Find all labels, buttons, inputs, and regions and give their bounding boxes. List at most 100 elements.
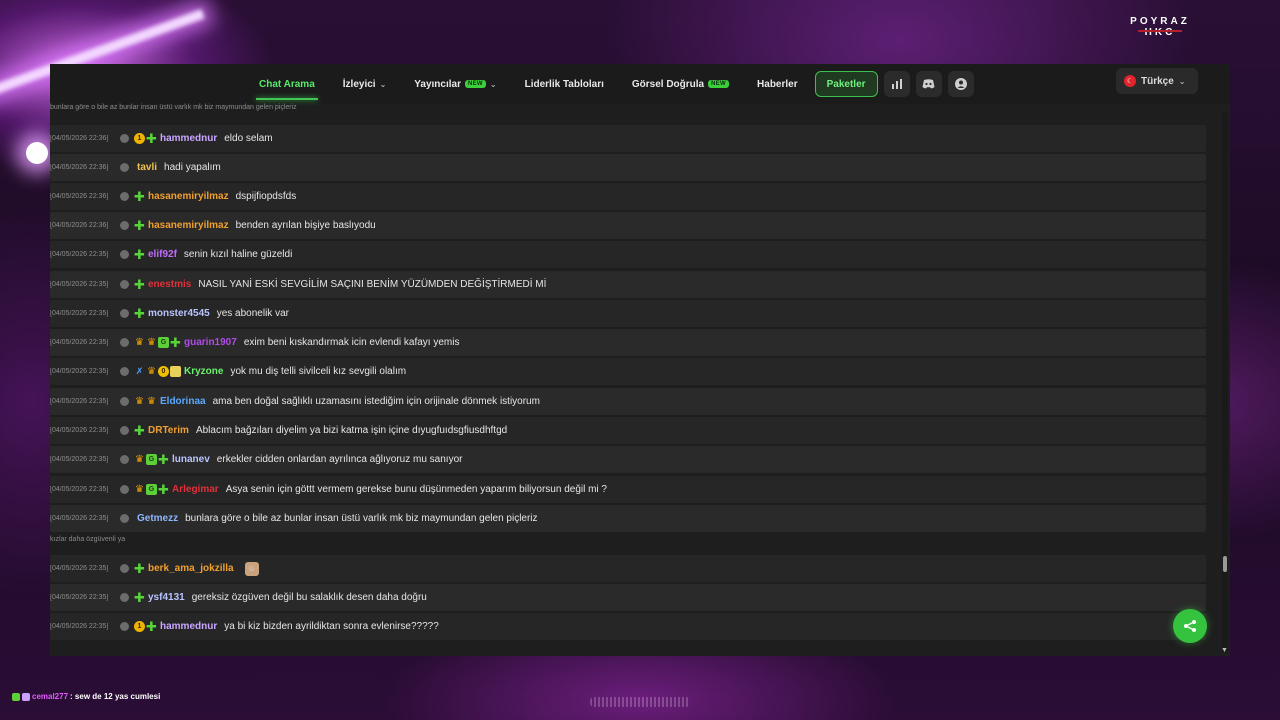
timestamp-text: [04/05/2026 22:35]	[50, 427, 109, 434]
user-icon[interactable]	[947, 71, 974, 97]
chat-message-row[interactable]: [04/05/2026 22:35] ♛ ♛ G ✚ guarin1907 exim ben…	[50, 329, 1206, 356]
message-timestamp: [04/05/2026 22:35]	[50, 310, 120, 317]
sub-plus-badge-icon: ✚	[146, 131, 157, 146]
timestamp-text: [04/05/2026 22:35]	[50, 515, 109, 522]
message-username[interactable]: berk_ama_jokzilla	[148, 563, 234, 574]
message-text: Ablacım bağzıları diyelim ya bizi katma …	[195, 425, 508, 436]
chat-message-row[interactable]: [04/05/2026 22:36] ✚ hasanemiryilmaz benden…	[50, 212, 1206, 239]
nav-label: Yayıncılar	[414, 78, 461, 90]
nav-label: Paketler	[826, 78, 866, 90]
nav-izleyici[interactable]: İzleyici ⌄	[332, 71, 398, 97]
message-timestamp: [04/05/2026 22:35]	[50, 368, 120, 375]
message-username[interactable]: Kryzone	[184, 366, 223, 377]
chevron-down-icon: ⌄	[379, 79, 387, 89]
info-icon[interactable]	[120, 309, 129, 318]
share-button[interactable]	[1173, 609, 1207, 643]
chat-message-row[interactable]: [04/05/2026 22:35] ♛ G ✚ lunanev erkekler cid…	[50, 446, 1206, 473]
info-icon[interactable]	[120, 192, 129, 201]
message-text: erkekler cidden onlardan ayrılınca ağlıy…	[216, 454, 463, 465]
timestamp-text: [04/05/2026 22:36]	[50, 193, 109, 200]
badge-icon	[22, 692, 30, 701]
message-username[interactable]: guarin1907	[184, 337, 237, 348]
sub-plus-badge-icon: ✚	[170, 335, 181, 350]
nav-haberler[interactable]: Haberler	[746, 71, 809, 97]
nav-yayincilar[interactable]: Yayıncılar NEW ⌄	[403, 71, 507, 97]
chat-message-row[interactable]: [04/05/2026 22:36] tavli hadi yapalım	[50, 154, 1206, 181]
message-username[interactable]: Eldorinaa	[160, 396, 206, 407]
overlay-message: : sew de 12 yas cumlesi	[70, 692, 161, 701]
message-username[interactable]: Arlegimar	[172, 484, 219, 495]
chat-message-row[interactable]: [04/05/2026 22:35] 1 ✚ hammednur ya bi kiz b…	[50, 613, 1206, 640]
nav-paketler-button[interactable]: Paketler	[814, 71, 878, 97]
info-icon[interactable]	[120, 338, 129, 347]
message-username[interactable]: monster4545	[148, 308, 210, 319]
message-username[interactable]: ysf4131	[148, 592, 185, 603]
timestamp-text: [04/05/2026 22:35]	[50, 251, 109, 258]
sub-plus-badge-icon: ✚	[134, 423, 145, 438]
chat-message-row[interactable]: [04/05/2026 22:35] ✚ DRTerim Ablacım bağzıl…	[50, 417, 1206, 444]
chat-message-row[interactable]: [04/05/2026 22:35] ✚ monster4545 yes abonel…	[50, 300, 1206, 327]
message-username[interactable]: tavli	[137, 162, 157, 173]
info-icon[interactable]	[120, 250, 129, 259]
nav-label: Haberler	[757, 78, 798, 90]
chat-message-row[interactable]: [04/05/2026 22:36] ✚ hasanemiryilmaz dspijf…	[50, 183, 1206, 210]
message-text: eldo selam	[224, 133, 273, 144]
timestamp-text: [04/05/2026 22:35]	[50, 339, 109, 346]
info-icon[interactable]	[120, 134, 129, 143]
message-username[interactable]: hammednur	[160, 621, 217, 632]
info-icon[interactable]	[120, 514, 129, 523]
user-badges: ♛ G ✚	[134, 483, 169, 496]
nav-chat-arama[interactable]: Chat Arama	[248, 71, 326, 100]
nav-gorsel-dogrula[interactable]: Görsel Doğrula NEW	[621, 71, 740, 97]
chat-message-row[interactable]: [04/05/2026 22:36] 1 ✚ hammednur eldo selam	[50, 125, 1206, 152]
info-icon[interactable]	[120, 367, 129, 376]
scrollbar-thumb[interactable]	[1223, 556, 1227, 572]
user-badges: 1 ✚	[134, 131, 157, 146]
chat-search-page: Chat Arama İzleyici ⌄ Yayıncılar NEW ⌄ Lide…	[50, 64, 1230, 656]
chat-message-row[interactable]: [04/05/2026 22:35] ✚ enestmis NASIL YANİ ES…	[50, 271, 1206, 298]
info-icon[interactable]	[120, 397, 129, 406]
user-badges: ✚	[134, 190, 145, 203]
user-badges: ♛ ♛	[134, 396, 157, 407]
message-username[interactable]: elif92f	[148, 249, 177, 260]
chat-message-row[interactable]: [04/05/2026 22:35] ♛ G ✚ Arlegimar Asya senin…	[50, 476, 1206, 503]
info-icon[interactable]	[120, 163, 129, 172]
chat-message-row[interactable]: [04/05/2026 22:35] Getmezz bunlara göre o …	[50, 505, 1206, 532]
chat-message-row[interactable]: [04/05/2026 22:35] ✚ ysf4131 gereksiz özgüv…	[50, 584, 1206, 611]
info-icon[interactable]	[120, 221, 129, 230]
main-nav: Chat Arama İzleyici ⌄ Yayıncılar NEW ⌄ Lide…	[248, 68, 974, 100]
info-icon[interactable]	[120, 622, 129, 631]
timestamp-text: [04/05/2026 22:35]	[50, 623, 109, 630]
sub-plus-badge-icon: ✚	[146, 619, 157, 634]
message-username[interactable]: DRTerim	[148, 425, 189, 436]
discord-icon[interactable]	[915, 71, 942, 97]
timestamp-text: [04/05/2026 22:36]	[50, 222, 109, 229]
chart-icon[interactable]	[883, 71, 910, 97]
chat-message-row[interactable]: [04/05/2026 22:35] ✚ elif92f senin kızıl ha…	[50, 241, 1206, 268]
message-timestamp: [04/05/2026 22:35]	[50, 623, 120, 630]
message-username[interactable]: hasanemiryilmaz	[148, 220, 229, 231]
user-badges: ✚	[134, 219, 145, 232]
scroll-down-arrow-icon[interactable]: ▼	[1221, 647, 1228, 654]
info-icon[interactable]	[120, 455, 129, 464]
language-select[interactable]: ☾ Türkçe ⌄	[1116, 68, 1198, 94]
message-username[interactable]: Getmezz	[137, 513, 178, 524]
info-icon[interactable]	[120, 485, 129, 494]
user-badges: ✗ ♛ 0	[134, 366, 181, 377]
info-icon[interactable]	[120, 593, 129, 602]
chat-message-row[interactable]: [04/05/2026 22:35] ♛ ♛ Eldorinaa ama ben doğ…	[50, 388, 1206, 415]
crown-badge-icon: ♛	[147, 395, 156, 407]
message-username[interactable]: enestmis	[148, 279, 191, 290]
message-username[interactable]: lunanev	[172, 454, 210, 465]
message-username[interactable]: hammednur	[160, 133, 217, 144]
info-icon[interactable]	[120, 426, 129, 435]
reply-reference: kızlar daha özgüvenli ya	[50, 536, 126, 543]
chat-message-row[interactable]: [04/05/2026 22:35] ✚ berk_ama_jokzilla ☺	[50, 555, 1206, 582]
chat-message-row[interactable]: [04/05/2026 22:35] ✗ ♛ 0 Kryzone yok mu diş t…	[50, 358, 1206, 385]
message-timestamp: [04/05/2026 22:35]	[50, 456, 120, 463]
message-username[interactable]: hasanemiryilmaz	[148, 191, 229, 202]
info-icon[interactable]	[120, 564, 129, 573]
nav-liderlik-tablolari[interactable]: Liderlik Tabloları	[514, 71, 615, 97]
info-icon[interactable]	[120, 280, 129, 289]
user-badges: ✚	[134, 591, 145, 604]
